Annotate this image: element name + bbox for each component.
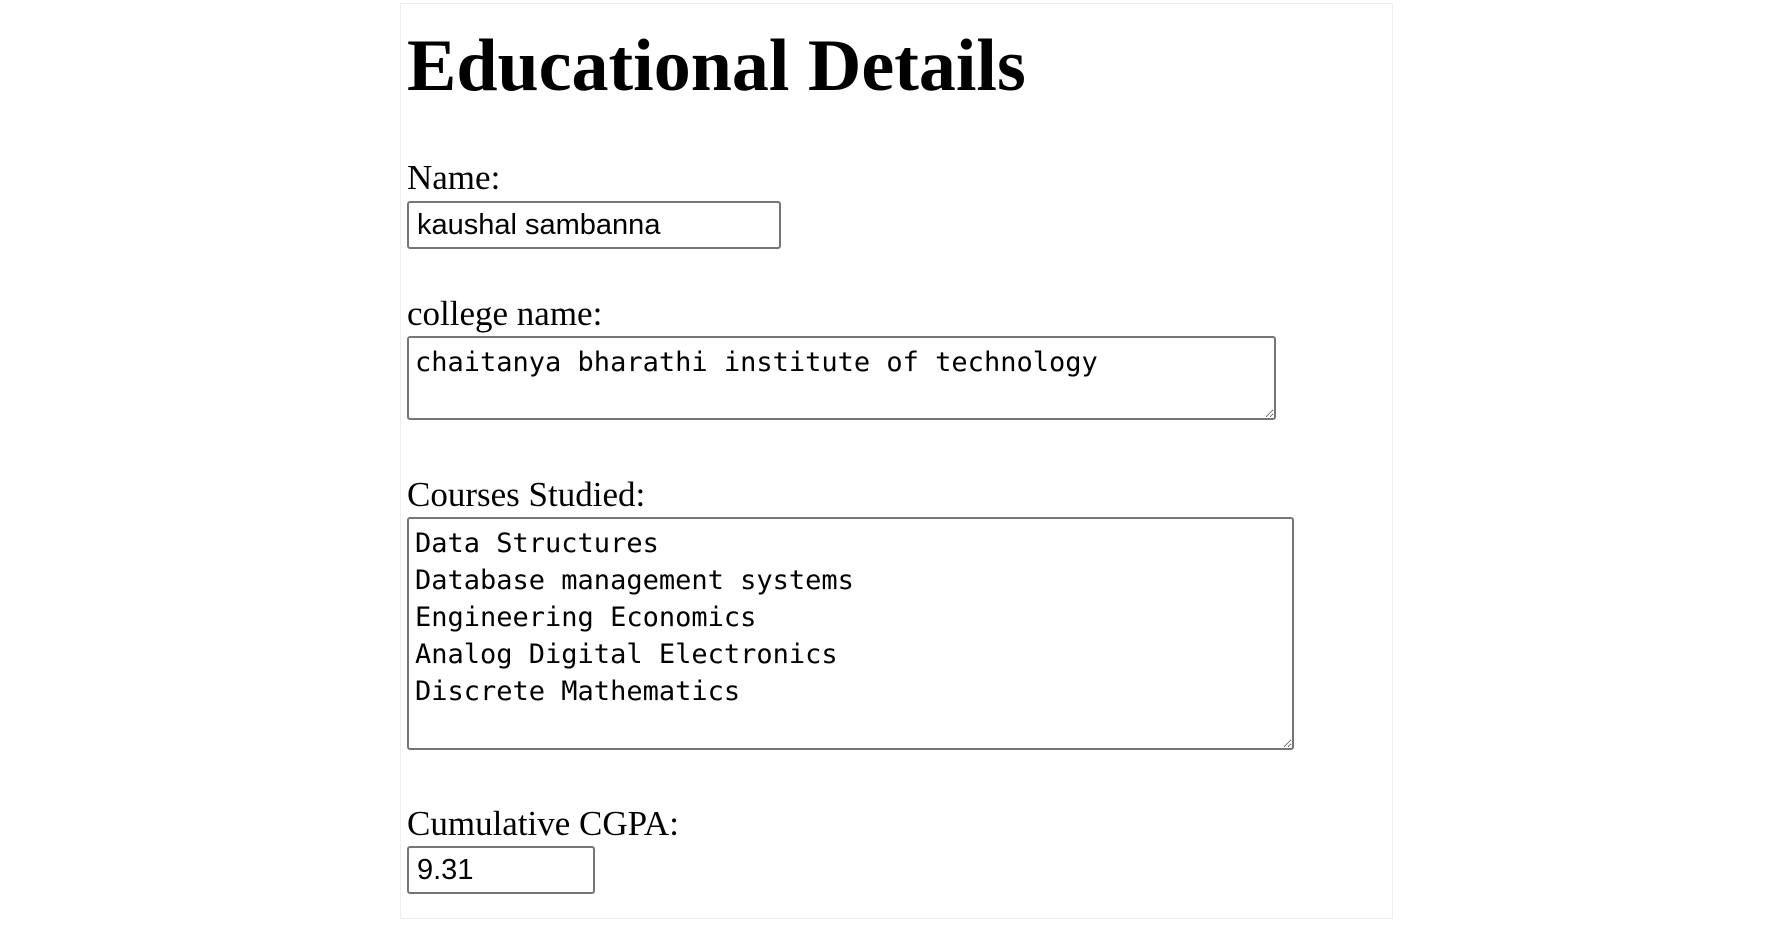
college-name-label: college name: xyxy=(407,294,603,333)
courses-studied-label: Courses Studied: xyxy=(407,475,646,514)
page-title: Educational Details xyxy=(407,25,1026,107)
form-container xyxy=(400,3,1393,919)
educational-details-page: Educational Details Name: college name: … xyxy=(0,0,1792,930)
courses-studied-textarea[interactable]: Data Structures Database management syst… xyxy=(407,517,1294,750)
cumulative-cgpa-label: Cumulative CGPA: xyxy=(407,804,679,843)
name-input[interactable] xyxy=(407,201,781,249)
college-name-textarea[interactable]: chaitanya bharathi institute of technolo… xyxy=(407,336,1276,420)
name-label: Name: xyxy=(407,158,501,197)
cumulative-cgpa-input[interactable] xyxy=(407,846,595,894)
